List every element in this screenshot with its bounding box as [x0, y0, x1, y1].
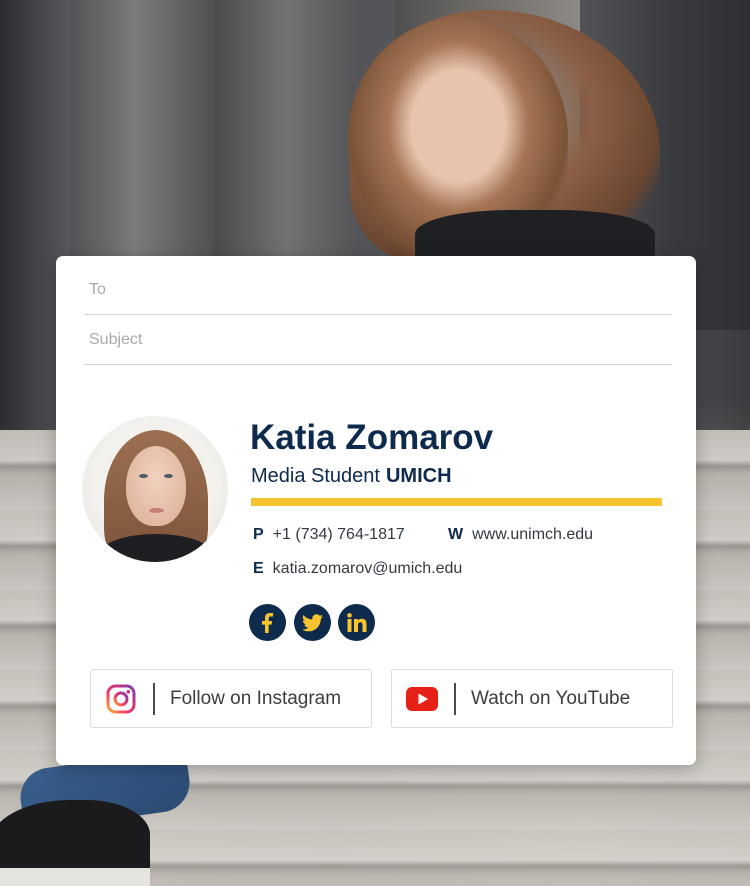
facebook-icon[interactable]	[249, 604, 286, 641]
contact-phone: P +1 (734) 764-1817	[253, 526, 405, 544]
subject-field[interactable]: Subject	[84, 315, 672, 365]
follow-instagram-button[interactable]: Follow on Instagram	[90, 669, 372, 728]
phone-value[interactable]: +1 (734) 764-1817	[273, 526, 405, 544]
web-link[interactable]: www.unimch.edu	[472, 526, 593, 544]
phone-key: P	[253, 526, 264, 543]
twitter-icon[interactable]	[294, 604, 331, 641]
signature-organization: UMICH	[385, 465, 452, 487]
email-key: E	[253, 560, 264, 577]
watch-youtube-button[interactable]: Watch on YouTube	[391, 669, 673, 728]
avatar	[82, 416, 228, 562]
accent-divider	[251, 498, 662, 506]
linkedin-icon[interactable]	[338, 604, 375, 641]
instagram-icon	[104, 682, 138, 716]
signature-title: Media Student	[251, 465, 380, 487]
signature-name: Katia Zomarov	[250, 418, 494, 457]
youtube-icon	[405, 682, 439, 716]
email-link[interactable]: katia.zomarov@umich.edu	[273, 560, 463, 578]
to-field[interactable]: To	[84, 265, 672, 315]
signature-role: Media Student UMICH	[251, 465, 452, 488]
contact-web: W www.unimch.edu	[448, 526, 593, 544]
web-key: W	[448, 526, 464, 543]
email-compose-card: To Subject Katia Zomarov Media Student UM…	[56, 256, 696, 765]
contact-email: E katia.zomarov@umich.edu	[253, 560, 462, 578]
youtube-button-label: Watch on YouTube	[471, 687, 631, 709]
to-label: To	[89, 280, 106, 298]
instagram-button-label: Follow on Instagram	[170, 687, 342, 709]
button-separator	[454, 682, 456, 715]
button-separator	[153, 682, 155, 715]
subject-label: Subject	[89, 330, 143, 348]
